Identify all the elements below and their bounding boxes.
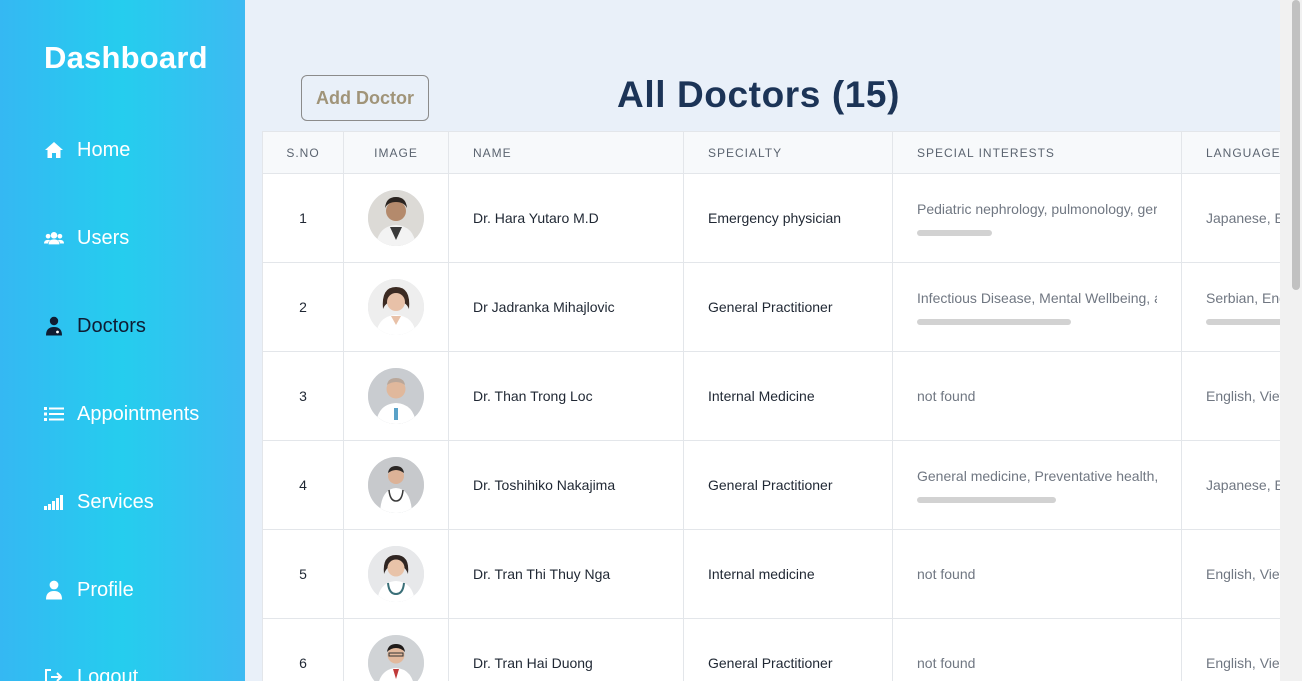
doctor-avatar [368,368,424,424]
cell-specialty: General Practitioner [683,262,893,352]
table-row[interactable]: 6 Dr. Tran Hai Duong General Practitione… [262,618,1280,681]
home-icon [44,140,64,160]
doctor-avatar [368,190,424,246]
cell-name: Dr. Than Trong Loc [448,351,684,441]
cell-special-interests: General medicine, Preventative health, [892,440,1182,530]
page-scrollbar-thumb[interactable] [1292,0,1300,290]
interests-text: Infectious Disease, Mental Wellbeing, a [917,289,1157,306]
cell-scrollbar[interactable] [917,318,1071,325]
users-icon [44,228,64,248]
cell-specialty: General Practitioner [683,618,893,681]
cell-sno: 4 [262,440,344,530]
cell-language: English, Viet [1181,529,1280,619]
list-icon [44,404,64,424]
column-header-sno: S.NO [262,131,344,174]
sidebar-item-label: Services [77,490,154,513]
sidebar-item-users[interactable]: Users [44,223,129,253]
sidebar-item-logout[interactable]: Logout [44,662,138,681]
doctor-avatar [368,635,424,681]
cell-specialty: General Practitioner [683,440,893,530]
cell-language: Japanese, E [1181,440,1280,530]
language-text: Serbian, Eng [1206,289,1280,306]
sidebar-item-label: Doctors [77,314,146,337]
cell-language: Japanese, E [1181,173,1280,263]
cell-specialty: Internal Medicine [683,351,893,441]
column-header-special-interests: SPECIAL INTERESTS [892,131,1182,174]
sidebar-item-doctors[interactable]: Doctors [44,311,146,341]
cell-specialty: Emergency physician [683,173,893,263]
cell-scrollbar[interactable] [917,496,1056,503]
cell-name: Dr. Tran Thi Thuy Nga [448,529,684,619]
column-header-specialty: SPECIALTY [683,131,893,174]
doctor-avatar [368,457,424,513]
cell-special-interests: Pediatric nephrology, pulmonology, ger [892,173,1182,263]
cell-special-interests: not found [892,529,1182,619]
cell-name: Dr. Hara Yutaro M.D [448,173,684,263]
cell-language: Serbian, Eng [1181,262,1280,352]
table-row[interactable]: 5 Dr. Tran Thi Thuy Nga Internal medicin… [262,529,1280,619]
table-row[interactable]: 3 Dr. Than Trong Loc Internal Medicine n… [262,351,1280,441]
logout-icon [44,667,64,681]
doctor-avatar [368,279,424,335]
sidebar-item-label: Logout [77,665,139,681]
cell-language: English, Viet [1181,618,1280,681]
cell-scrollbar[interactable] [917,229,992,236]
cell-sno: 3 [262,351,344,441]
cell-sno: 2 [262,262,344,352]
cell-language: English, Viet [1181,351,1280,441]
user-icon [44,580,64,600]
cell-sno: 5 [262,529,344,619]
cell-name: Dr. Toshihiko Nakajima [448,440,684,530]
sidebar-item-label: Users [77,226,130,249]
column-header-language: LANGUAGE [1181,131,1280,174]
sidebar-item-profile[interactable]: Profile [44,575,134,605]
cell-special-interests: not found [892,351,1182,441]
table-row[interactable]: 2 Dr Jadranka Mihajlovic General Practit… [262,262,1280,352]
sidebar-item-home[interactable]: Home [44,135,130,165]
sidebar-item-appointments[interactable]: Appointments [44,399,199,429]
table-row[interactable]: 1 Dr. Hara Yutaro M.D Emergency physicia… [262,173,1280,263]
interests-text: General medicine, Preventative health, [917,467,1157,484]
cell-special-interests: not found [892,618,1182,681]
page-title: All Doctors (15) [617,74,901,115]
sidebar-item-label: Profile [77,578,134,601]
cell-special-interests: Infectious Disease, Mental Wellbeing, a [892,262,1182,352]
cell-scrollbar[interactable] [1206,318,1280,325]
interests-text: Pediatric nephrology, pulmonology, ger [917,200,1157,217]
sidebar-item-label: Appointments [77,402,200,425]
cell-name: Dr Jadranka Mihajlovic [448,262,684,352]
cell-sno: 6 [262,618,344,681]
doctor-avatar [368,546,424,602]
add-doctor-button[interactable]: Add Doctor [301,75,429,121]
column-header-image: IMAGE [343,131,449,174]
table-row[interactable]: 4 Dr. Toshihiko Nakajima General Practit… [262,440,1280,530]
sidebar-item-label: Home [77,138,131,161]
page-scrollbar[interactable] [1280,0,1302,681]
column-header-name: NAME [448,131,684,174]
dashboard-brand: Dashboard [44,40,208,75]
sidebar: Dashboard Home Users Doctors Appointment… [0,0,245,681]
table-header-row: S.NO IMAGE NAME SPECIALTY SPECIAL INTERE… [262,131,1280,174]
doctors-table: S.NO IMAGE NAME SPECIALTY SPECIAL INTERE… [262,131,1280,681]
main-content: Add Doctor All Doctors (15) S.NO IMAGE N… [245,0,1280,681]
cell-name: Dr. Tran Hai Duong [448,618,684,681]
signal-icon [44,492,64,512]
doctor-icon [44,316,64,336]
doctors-table-container[interactable]: S.NO IMAGE NAME SPECIALTY SPECIAL INTERE… [262,131,1280,681]
cell-sno: 1 [262,173,344,263]
sidebar-item-services[interactable]: Services [44,487,154,517]
cell-specialty: Internal medicine [683,529,893,619]
